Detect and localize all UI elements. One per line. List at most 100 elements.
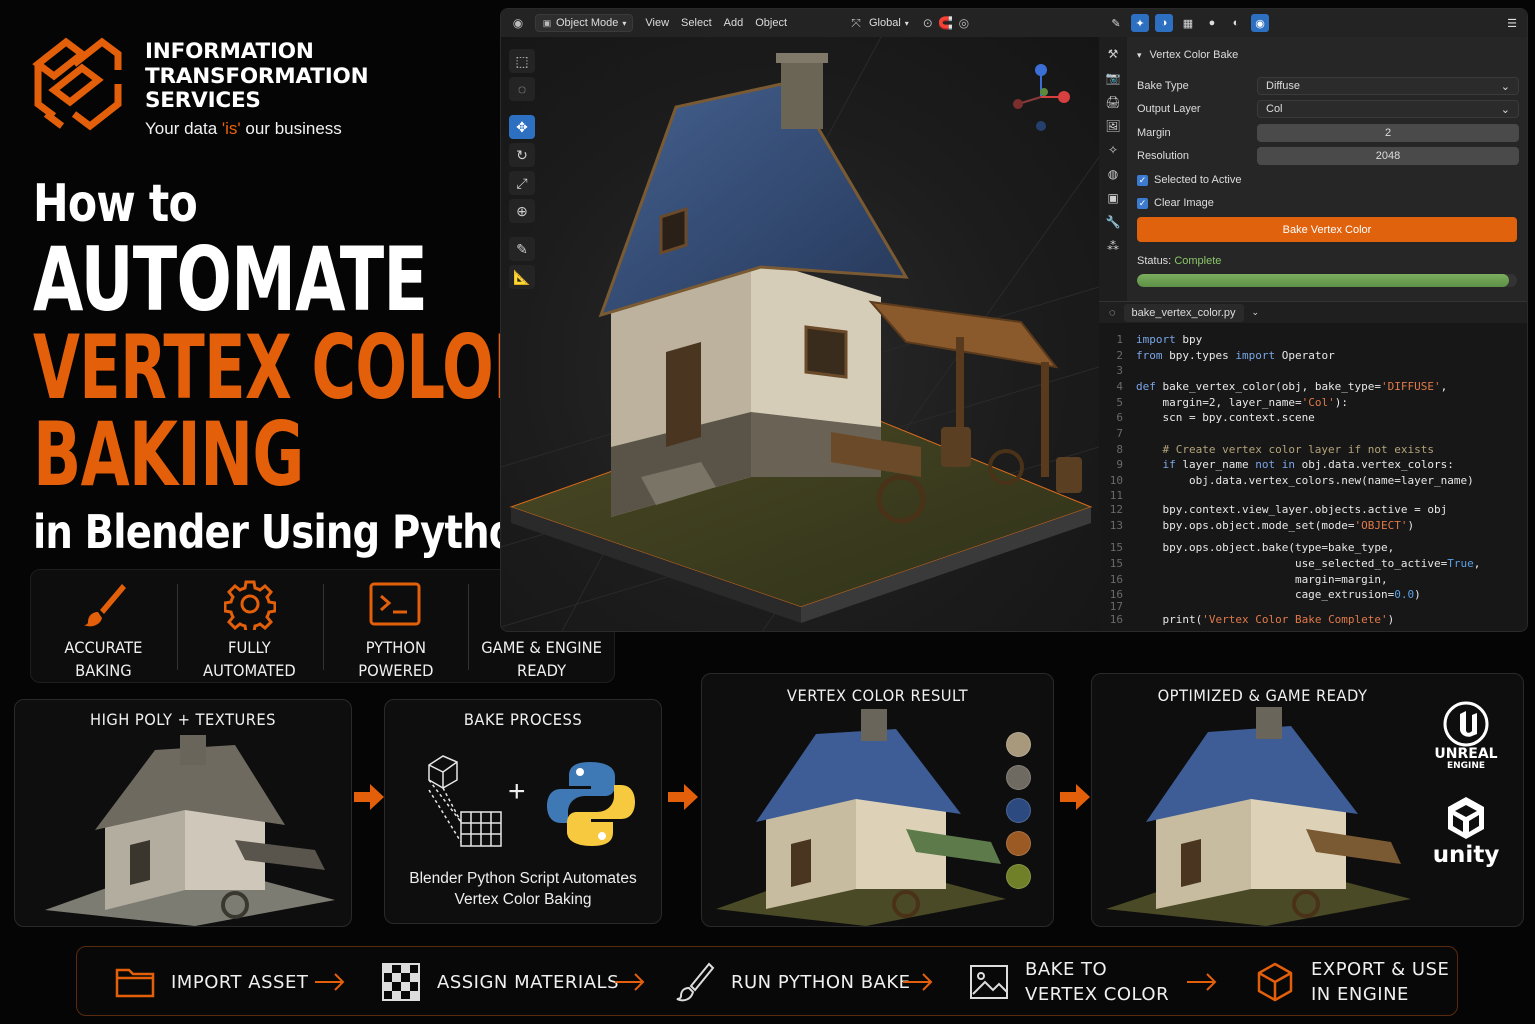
code-line[interactable]: 13 bpy.ops.object.mode_set(mode='OBJECT'… bbox=[1099, 519, 1527, 534]
shading-solid-icon[interactable]: ● bbox=[1203, 14, 1221, 32]
margin-field[interactable]: 2 bbox=[1257, 124, 1519, 142]
resolution-field[interactable]: 2048 bbox=[1257, 147, 1519, 165]
code-line[interactable]: 3 bbox=[1099, 364, 1527, 379]
menu-object[interactable]: Object bbox=[755, 17, 787, 29]
cursor-tool-icon[interactable]: ◌ bbox=[509, 77, 535, 101]
output-tab-icon[interactable]: 🖨 bbox=[1105, 95, 1121, 109]
proportional-edit-icon[interactable]: ◎ bbox=[955, 14, 973, 32]
unity-logo bbox=[1448, 797, 1484, 839]
transform-tool-icon[interactable]: ⊕ bbox=[509, 199, 535, 223]
xray-icon[interactable]: ▦ bbox=[1179, 14, 1197, 32]
selected-to-active-checkbox[interactable]: ✓ bbox=[1137, 174, 1148, 186]
code-line[interactable]: 1 import bpy bbox=[1099, 333, 1527, 348]
orientation-label: Global bbox=[869, 17, 901, 29]
object-tab-icon[interactable]: ▣ bbox=[1105, 191, 1121, 205]
code-line[interactable]: 7 bbox=[1099, 427, 1527, 442]
tool-tab-icon[interactable]: ⚒ bbox=[1105, 47, 1121, 61]
view-layer-tab-icon[interactable]: 🖼 bbox=[1105, 119, 1121, 133]
line-number: 2 bbox=[1116, 349, 1123, 362]
3d-viewport[interactable]: ⬚ ◌ ✥ ↻ ⤢ ⊕ ✎ 📐 bbox=[501, 37, 1099, 631]
code-line[interactable]: 10 obj.data.vertex_colors.new(name=layer… bbox=[1099, 474, 1527, 489]
code-editor[interactable]: 1 import bpy 2 from bpy.types import Operat… bbox=[1099, 323, 1527, 631]
code-line[interactable]: 4 def bake_vertex_color(obj, bake_type='D… bbox=[1099, 380, 1527, 395]
feature-label: FULLY AUTOMATED bbox=[203, 638, 296, 680]
workflow-steps: IMPORT ASSET ASSIGN MATERIALS RUN PYTHON… bbox=[76, 946, 1458, 1016]
orientation-dropdown[interactable]: ⤧ Global ▾ bbox=[847, 14, 909, 32]
code-token: layer_name bbox=[1175, 458, 1256, 471]
particles-tab-icon[interactable]: ⁂ bbox=[1105, 239, 1121, 253]
code-token: bpy.types bbox=[1162, 349, 1236, 362]
code-line[interactable]: 2 from bpy.types import Operator bbox=[1099, 349, 1527, 364]
line-number: 1 bbox=[1116, 333, 1123, 346]
line-number: 9 bbox=[1116, 458, 1123, 471]
code-token: margin=margin, bbox=[1136, 573, 1388, 586]
object-mode-dropdown[interactable]: ▣ Object Mode ▾ bbox=[535, 14, 634, 32]
code-line[interactable]: 8 # Create vertex color layer if not exi… bbox=[1099, 443, 1527, 458]
line-number: 6 bbox=[1116, 411, 1123, 424]
output-layer-dropdown[interactable]: Col ⌄ bbox=[1257, 100, 1519, 118]
line-number: 11 bbox=[1109, 489, 1123, 502]
code-line[interactable]: 15 use_selected_to_active=True, bbox=[1099, 557, 1527, 572]
tool-settings-icon[interactable]: ✎ bbox=[1107, 14, 1125, 32]
margin-row: Margin 2 bbox=[1137, 123, 1519, 143]
editor-type-icon[interactable]: ◉ bbox=[509, 14, 527, 32]
code-token: bpy bbox=[1175, 333, 1203, 346]
chevron-down-icon: ⌄ bbox=[1500, 103, 1510, 116]
editor-menu-icon[interactable]: ☰ bbox=[1503, 14, 1521, 32]
code-line[interactable]: 11 bbox=[1099, 489, 1527, 504]
clear-image-row[interactable]: ✓ Clear Image bbox=[1137, 193, 1519, 213]
unreal-line2: ENGINE bbox=[1446, 761, 1486, 771]
arrow-right-icon bbox=[315, 973, 345, 991]
rotate-tool-icon[interactable]: ↻ bbox=[509, 143, 535, 167]
menu-view[interactable]: View bbox=[645, 17, 669, 29]
render-engine-icon[interactable]: ✦ bbox=[1131, 14, 1149, 32]
step-export-use-in-engine: EXPORT & USE IN ENGINE bbox=[1253, 947, 1449, 1017]
orientation-icon: ⤧ bbox=[851, 15, 861, 30]
code-line[interactable]: 16 margin=margin, bbox=[1099, 573, 1527, 588]
shading-rendered-icon[interactable]: ◉ bbox=[1251, 14, 1269, 32]
world-tab-icon[interactable]: ◍ bbox=[1105, 167, 1121, 181]
navigation-gizmo[interactable] bbox=[1006, 62, 1076, 132]
arrow-right-icon bbox=[903, 973, 933, 991]
game-ready-house-image bbox=[1106, 707, 1411, 926]
bake-progress-fill bbox=[1137, 274, 1510, 287]
selected-to-active-row[interactable]: ✓ Selected to Active bbox=[1137, 170, 1519, 190]
line-number: 8 bbox=[1116, 443, 1123, 456]
panel-game-ready: OPTIMIZED & GAME READY UNREAL ENGINE uni… bbox=[1091, 673, 1524, 927]
modifier-tab-icon[interactable]: 🔧 bbox=[1105, 215, 1121, 229]
move-tool-icon[interactable]: ✥ bbox=[509, 115, 535, 139]
snap-icon[interactable]: 🧲 bbox=[937, 14, 955, 32]
code-line[interactable]: 9 if layer_name not in obj.data.vertex_c… bbox=[1099, 458, 1527, 473]
step-assign-materials: ASSIGN MATERIALS bbox=[379, 947, 619, 1017]
scene-tab-icon[interactable]: ✧ bbox=[1105, 143, 1121, 157]
bake-type-dropdown[interactable]: Diffuse ⌄ bbox=[1257, 77, 1519, 95]
code-line[interactable]: 5 margin=2, layer_name='Col'): bbox=[1099, 396, 1527, 411]
panel-header[interactable]: ▾ Vertex Color Bake bbox=[1137, 45, 1519, 65]
code-line[interactable]: 16 print('Vertex Color Bake Complete') bbox=[1099, 613, 1527, 628]
scale-tool-icon[interactable]: ⤢ bbox=[509, 171, 535, 195]
pivot-icon[interactable]: ⊙ bbox=[919, 14, 937, 32]
script-filename[interactable]: bake_vertex_color.py bbox=[1123, 303, 1244, 322]
select-box-tool-icon[interactable]: ⬚ bbox=[509, 49, 535, 73]
high-poly-house-image bbox=[45, 735, 335, 926]
unreal-engine-logo bbox=[1443, 701, 1489, 747]
chevron-down-icon[interactable]: ⌄ bbox=[1252, 307, 1260, 318]
shading-material-icon[interactable]: ◐ bbox=[1227, 14, 1245, 32]
code-line[interactable]: 6 scn = bpy.context.scene bbox=[1099, 411, 1527, 426]
measure-tool-icon[interactable]: 📐 bbox=[509, 265, 535, 289]
clear-image-checkbox[interactable]: ✓ bbox=[1137, 197, 1148, 209]
color-swatch bbox=[1006, 798, 1031, 823]
annotate-tool-icon[interactable]: ✎ bbox=[509, 237, 535, 261]
menu-add[interactable]: Add bbox=[724, 17, 744, 29]
code-token: margin=2, layer_name= bbox=[1136, 396, 1302, 409]
resolution-row: Resolution 2048 bbox=[1137, 146, 1519, 166]
overlay-icon[interactable]: ◑ bbox=[1155, 14, 1173, 32]
bake-vertex-color-button[interactable]: Bake Vertex Color bbox=[1137, 217, 1517, 242]
text-editor-icon[interactable]: ◌ bbox=[1109, 307, 1116, 319]
code-line[interactable]: 12 bpy.context.view_layer.objects.active… bbox=[1099, 503, 1527, 518]
menu-select[interactable]: Select bbox=[681, 17, 712, 29]
line-number: 17 bbox=[1109, 600, 1123, 613]
line-number: 4 bbox=[1116, 380, 1123, 393]
render-tab-icon[interactable]: 📷 bbox=[1105, 71, 1121, 85]
code-line[interactable]: 15 bpy.ops.object.bake(type=bake_type, bbox=[1099, 541, 1527, 556]
